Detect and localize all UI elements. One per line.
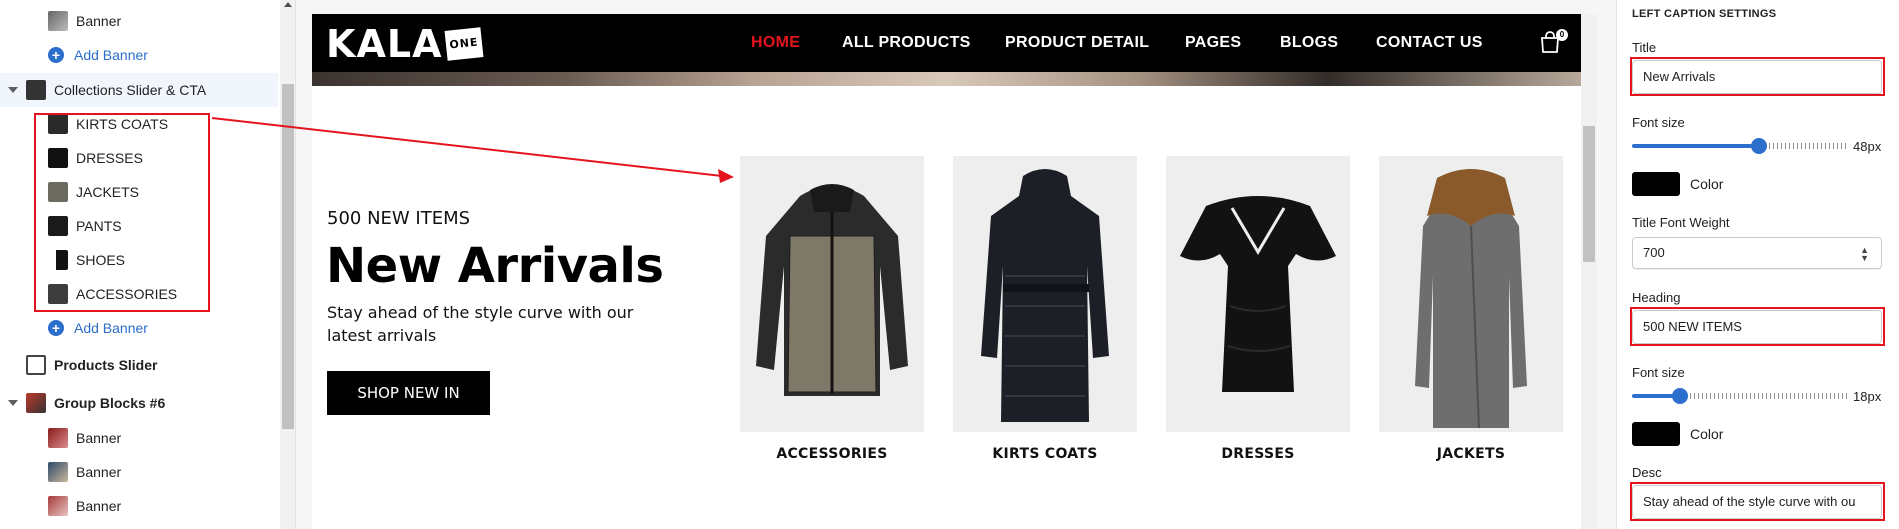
scrollbar-thumb[interactable] (282, 84, 294, 429)
shop-new-in-button[interactable]: SHOP NEW IN (327, 371, 490, 415)
title-font-weight-label: Title Font Weight (1632, 215, 1730, 230)
hero-image-strip (312, 72, 1581, 86)
dress-illustration (1180, 196, 1336, 392)
title-font-weight-select[interactable]: 700 ▲ ▼ (1632, 237, 1882, 269)
heading-font-size-slider[interactable] (1632, 388, 1847, 404)
collection-section-icon (26, 80, 46, 100)
tree-section-label: Collections Slider & CTA (54, 82, 207, 98)
store-logo[interactable]: KALA ONE (326, 22, 484, 66)
product-image[interactable] (1166, 156, 1350, 432)
caret-down-icon[interactable] (8, 87, 18, 93)
product-image[interactable] (1379, 156, 1563, 432)
scrollbar-thumb[interactable] (1583, 126, 1595, 262)
product-card-accessories[interactable]: ACCESSORIES (740, 156, 924, 462)
sidebar-scrollbar[interactable] (280, 0, 295, 529)
tree-section-group-blocks[interactable]: Group Blocks #6 (0, 386, 278, 420)
slider-fill (1632, 144, 1759, 148)
scroll-up-arrow-icon[interactable] (284, 2, 292, 7)
add-banner-button[interactable]: + Add Banner (0, 38, 278, 72)
add-banner-button[interactable]: + Add Banner (0, 311, 278, 345)
cart-count-badge: 0 (1556, 29, 1568, 41)
wool-coat-illustration (1415, 169, 1527, 429)
tree-section-collections-slider[interactable]: Collections Slider & CTA (0, 73, 278, 107)
tree-section-label: Group Blocks #6 (54, 395, 166, 411)
nav-home[interactable]: HOME (751, 34, 800, 52)
title-color-swatch[interactable] (1632, 172, 1680, 196)
banner-thumbnail-icon (48, 462, 68, 482)
select-value: 700 (1643, 245, 1665, 260)
title-font-size-label: Font size (1632, 115, 1685, 130)
banner-thumbnail-icon (48, 11, 68, 31)
nav-pages[interactable]: PAGES (1185, 34, 1241, 52)
tree-section-products-slider[interactable]: Products Slider (0, 348, 278, 382)
product-label: ACCESSORIES (776, 446, 888, 462)
heading-font-size-label: Font size (1632, 365, 1685, 380)
caption-title: New Arrivals (326, 238, 664, 294)
group-blocks-icon (26, 393, 46, 413)
slider-track (1690, 393, 1847, 399)
slider-knob[interactable] (1751, 138, 1767, 154)
highlight-box-title-input (1630, 57, 1885, 96)
tree-item-label: Banner (76, 13, 122, 29)
nav-all-products[interactable]: ALL PRODUCTS (842, 34, 971, 52)
caption-desc: Stay ahead of the style curve with our l… (327, 303, 634, 345)
slider-knob[interactable] (1672, 388, 1688, 404)
slider-track (1769, 143, 1847, 149)
heading-font-size-value: 18px (1853, 389, 1882, 404)
product-card-dresses[interactable]: DRESSES (1166, 156, 1350, 462)
select-arrows-icon: ▲ ▼ (1860, 245, 1869, 263)
product-image[interactable] (953, 156, 1137, 432)
add-banner-label: Add Banner (74, 320, 148, 336)
tree-item-banner[interactable]: Banner (0, 489, 278, 523)
heading-label: Heading (1632, 290, 1681, 305)
highlight-box-heading-input (1630, 307, 1885, 346)
preview-scrollbar[interactable] (1581, 14, 1597, 529)
plus-circle-icon: + (48, 320, 64, 336)
store-preview: KALA ONE HOME ALL PRODUCTS PRODUCT DETAI… (312, 14, 1581, 529)
caret-down-icon[interactable] (8, 400, 18, 406)
tree-item-label: Banner (76, 498, 122, 514)
title-label: Title (1632, 40, 1657, 55)
product-label: KIRTS COATS (992, 446, 1098, 462)
logo-text: KALA (326, 22, 443, 66)
product-label: DRESSES (1221, 446, 1295, 462)
banner-thumbnail-icon (48, 428, 68, 448)
jacket-illustration (756, 184, 908, 396)
caption-heading: 500 NEW ITEMS (327, 208, 471, 229)
tree-item-banner[interactable]: Banner (0, 421, 278, 455)
desc-label: Desc (1632, 465, 1662, 480)
tree-section-label: Products Slider (54, 357, 158, 373)
banner-thumbnail-icon (48, 496, 68, 516)
heading-color-swatch[interactable] (1632, 422, 1680, 446)
product-image[interactable] (740, 156, 924, 432)
puffer-coat-illustration (981, 169, 1109, 422)
product-card-kirts-coats[interactable]: KIRTS COATS (953, 156, 1137, 462)
product-label: JACKETS (1436, 446, 1506, 462)
title-font-size-slider[interactable] (1632, 138, 1847, 154)
highlight-box-desc-input (1630, 482, 1885, 521)
store-navbar: KALA ONE HOME ALL PRODUCTS PRODUCT DETAI… (312, 14, 1581, 72)
highlight-box-collection-items (34, 113, 210, 312)
nav-blogs[interactable]: BLOGS (1280, 34, 1338, 52)
title-font-size-value: 48px (1853, 139, 1882, 154)
heading-color-label: Color (1690, 426, 1724, 442)
tree-item-banner[interactable]: Banner (0, 455, 278, 489)
tree-item-label: Banner (76, 464, 122, 480)
settings-section-title: LEFT CAPTION SETTINGS (1632, 8, 1777, 20)
nav-contact-us[interactable]: CONTACT US (1376, 34, 1483, 52)
nav-product-detail[interactable]: PRODUCT DETAIL (1005, 34, 1149, 52)
tree-item-banner[interactable]: Banner (0, 4, 278, 38)
add-banner-label: Add Banner (74, 47, 148, 63)
title-color-label: Color (1690, 176, 1724, 192)
plus-circle-icon: + (48, 47, 64, 63)
product-card-jackets[interactable]: JACKETS (1379, 156, 1563, 462)
tree-item-label: Banner (76, 430, 122, 446)
tag-section-icon (26, 355, 46, 375)
logo-badge: ONE (445, 27, 484, 61)
